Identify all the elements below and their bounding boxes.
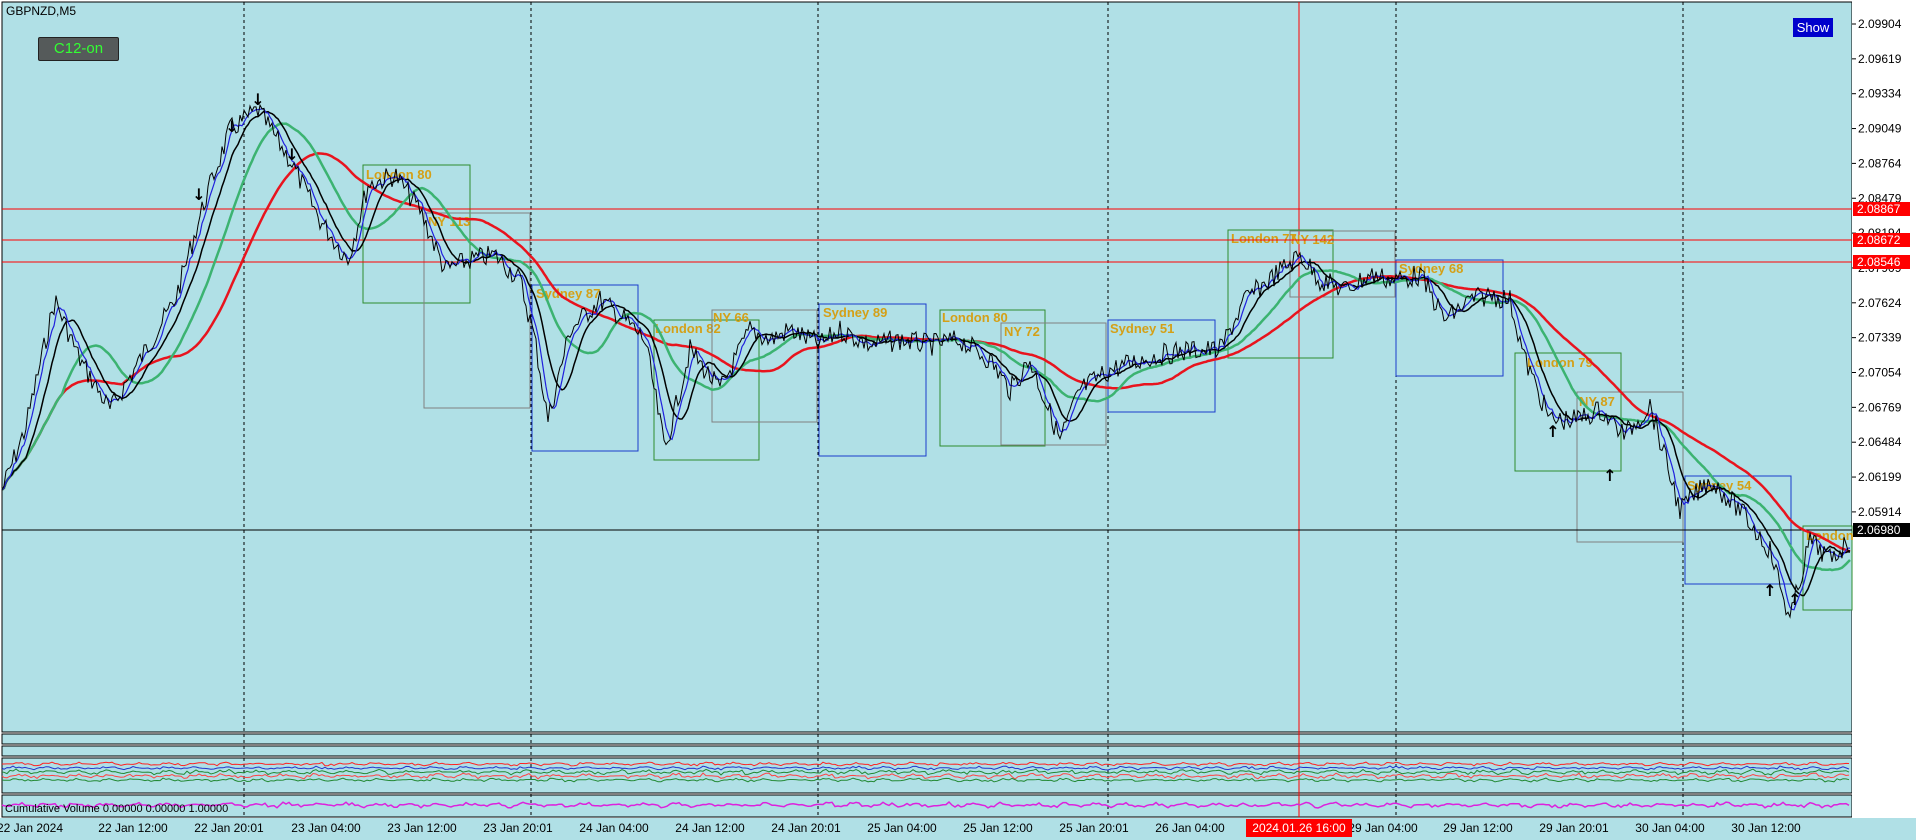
sell-arrow-icon: ↓ [285,145,298,164]
buy-arrow-icon: ↑ [1788,590,1801,609]
session-label: NY 66 [713,310,749,325]
time-tick-label: 24 Jan 04:00 [579,821,649,835]
session-label: London 82 [655,321,721,336]
time-tick-label: 25 Jan 20:01 [1059,821,1129,835]
sell-arrow-icon: ↓ [192,185,205,204]
session-label: Sydney 51 [1110,321,1174,336]
chart-canvas[interactable]: London 80NY 113Sydney 87London 82NY 66 Sy… [0,0,1916,840]
time-tick-label: 23 Jan 12:00 [387,821,457,835]
time-tick-label: 25 Jan 04:00 [867,821,937,835]
sell-arrow-icon: ↓ [225,117,238,136]
time-tick-label: 22 Jan 12:00 [98,821,168,835]
session-label: Sydney 68 [1399,261,1463,276]
price-tick-label: 2.05914 [1858,505,1902,519]
time-axis [0,818,1916,840]
price-tick-label: 2.07339 [1858,331,1902,345]
price-tick-label: 2.09334 [1858,87,1902,101]
level-price-label: 2.08867 [1857,202,1901,216]
time-tick-label: 29 Jan 12:00 [1443,821,1513,835]
buy-arrow-icon: ↑ [1603,466,1616,485]
time-tick-label: 30 Jan 04:00 [1635,821,1705,835]
time-tick-label: 26 Jan 04:00 [1155,821,1225,835]
level-price-label: 2.08672 [1857,233,1901,247]
price-tick-label: 2.09619 [1858,52,1902,66]
indicator-pane-2[interactable] [1,745,1853,757]
time-tick-label: 29 Jan 20:01 [1539,821,1609,835]
sell-arrow-icon: ↓ [251,90,264,109]
price-tick-label: 2.06484 [1858,435,1902,449]
time-tick-label: 25 Jan 12:00 [963,821,1033,835]
c12-toggle-button[interactable]: C12-on [38,37,119,61]
time-tick-label: 23 Jan 20:01 [483,821,553,835]
time-tick-label: 23 Jan 04:00 [291,821,361,835]
time-tick-label: 22 Jan 2024 [0,821,63,835]
session-label: London 77 [1231,231,1297,246]
time-tick-label: 24 Jan 12:00 [675,821,745,835]
cumulative-volume-label: Cumulative Volume 0.00000 0.00000 1.0000… [5,803,228,815]
buy-arrow-icon: ↑ [1763,581,1776,600]
price-tick-label: 2.07624 [1858,296,1902,310]
session-label: London 80 [942,310,1008,325]
price-tick-label: 2.09904 [1858,17,1902,31]
level-price-label: 2.08546 [1857,255,1901,269]
session-label: NY 87 [1579,394,1615,409]
session-label: NY 72 [1004,324,1040,339]
symbol-label: GBPNZD,M5 [6,4,77,18]
price-tick-label: 2.06769 [1858,400,1902,414]
price-tick-label: 2.06199 [1858,470,1902,484]
indicator-pane-1[interactable] [1,733,1853,745]
price-tick-label: 2.09049 [1858,122,1902,136]
show-button[interactable]: Show [1793,18,1833,37]
time-tick-label: 22 Jan 20:01 [194,821,264,835]
time-tick-label: 29 Jan 04:00 [1348,821,1418,835]
time-tick-label: 30 Jan 12:00 [1731,821,1801,835]
session-label: Sydney 89 [823,305,887,320]
price-tick-label: 2.07054 [1858,366,1902,380]
crosshair-time-label: 2024.01.26 16:00 [1252,821,1346,835]
price-tick-label: 2.08764 [1858,156,1902,170]
time-tick-label: 24 Jan 20:01 [771,821,841,835]
buy-arrow-icon: ↑ [1546,422,1559,441]
current-price-label: 2.06980 [1857,523,1901,537]
